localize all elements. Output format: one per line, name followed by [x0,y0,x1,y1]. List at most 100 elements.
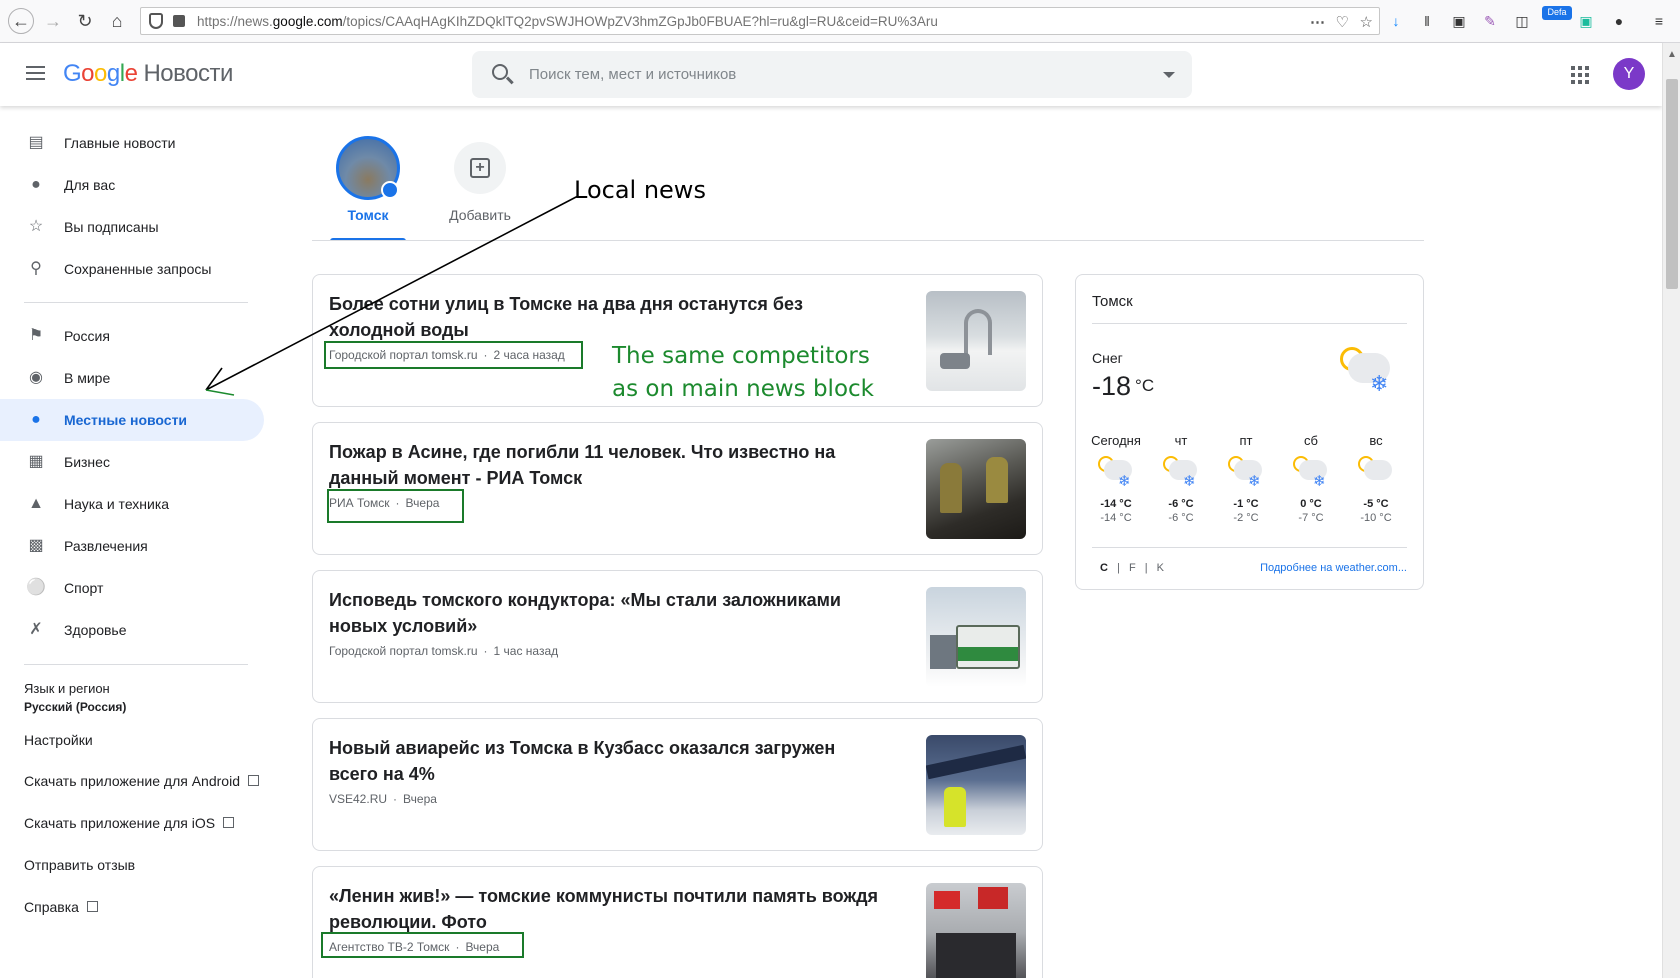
flask-icon: ▲ [28,495,44,512]
scrollbar-thumb[interactable] [1666,79,1678,289]
article-time: 1 час назад [493,644,559,658]
weather-city[interactable]: Томск [1092,293,1133,310]
topic-tomsk[interactable]: Томск [336,136,400,223]
defa-extension-icon[interactable]: Defa [1542,6,1572,20]
home-icon[interactable]: ⌂ [106,10,128,32]
sun-cloud-icon [1358,456,1394,492]
weather-more-link[interactable]: Подробнее на weather.com... [1260,562,1407,574]
download-icon[interactable]: ↓ [1387,12,1405,30]
article-title[interactable]: Пожар в Асине, где погибли 11 человек. Ч… [329,439,889,491]
add-icon: + [470,158,490,178]
sidebar-item-entertainment[interactable]: ▩ Развлечения [0,525,264,567]
sidebar-item-sports[interactable]: ⚪ Спорт [0,567,264,609]
android-app-link[interactable]: Скачать приложение для Android [24,773,259,789]
article-card[interactable]: «Ленин жив!» — томские коммунисты почтил… [312,866,1043,978]
article-thumbnail[interactable] [926,883,1026,978]
sidebar-item-local-news[interactable]: ● Местные новости [0,399,264,441]
extension-icon[interactable]: ▣ [1577,12,1595,30]
unit-fahrenheit[interactable]: F [1129,562,1136,574]
avatar[interactable]: Y [1613,58,1645,90]
search-box[interactable]: Поиск тем, мест и источников [472,51,1192,98]
sidebar-item-saved-searches[interactable]: ⚲ Сохраненные запросы [0,248,264,290]
film-icon: ▩ [28,537,44,554]
apps-grid-icon[interactable] [1571,66,1589,84]
article-thumbnail[interactable] [926,735,1026,835]
bike-icon: ⚪ [26,579,46,596]
person-icon: ● [31,176,41,193]
sidebar-item-label: Здоровье [64,622,127,638]
topic-add[interactable]: + Добавить [440,136,520,223]
unit-switcher[interactable]: C | F | K [1100,562,1164,574]
topic-label: Добавить [449,207,511,223]
annotation-box [327,489,464,523]
chevron-down-icon[interactable] [1163,72,1175,78]
flag-icon: ⚑ [28,327,44,344]
help-link[interactable]: Справка [24,899,98,915]
sidebar-item-health[interactable]: ✗ Здоровье [0,609,264,651]
reload-icon[interactable]: ↻ [74,10,96,32]
address-bar[interactable]: https://news.google.com/topics/CAAqHAgKI… [140,7,1380,35]
sidebar-toggle-icon[interactable]: ◫ [1513,12,1531,30]
app-header: Google Новости Поиск тем, мест и источник… [0,43,1662,106]
divider [24,302,248,303]
menu-icon[interactable]: ≡ [1650,12,1668,30]
library-icon[interactable]: ‖ [1418,12,1436,30]
divider [1092,323,1407,324]
ios-app-link[interactable]: Скачать приложение для iOS [24,815,235,831]
annotation-box [324,341,583,369]
url-text[interactable]: https://news.google.com/topics/CAAqHAgKI… [197,14,938,29]
sidebar-item-russia[interactable]: ⚑ Россия [0,315,264,357]
sun-snow-icon: ❄ [1293,456,1329,492]
article-title[interactable]: Более сотни улиц в Томске на два дня ост… [329,291,889,343]
article-title[interactable]: Исповедь томского кондуктора: «Мы стали … [329,587,889,639]
search-input[interactable]: Поиск тем, мест и источников [529,66,736,83]
dumbbell-icon: ✗ [29,621,43,638]
topic-image [336,136,400,200]
article-source[interactable]: Городской портал tomsk.ru [329,644,478,658]
sidebar-item-following[interactable]: ☆ Вы подписаны [0,206,264,248]
search-icon[interactable] [492,64,508,80]
sidebar-item-world[interactable]: ◉ В мире [0,357,264,399]
more-actions-icon[interactable]: ⋯ [1310,13,1325,31]
page-scrollbar[interactable]: ▲ [1662,43,1680,978]
annotation-local-news: Local news [574,176,706,204]
scroll-up-icon[interactable]: ▲ [1667,49,1677,60]
article-thumbnail[interactable] [926,291,1026,391]
article-title[interactable]: «Ленин жив!» — томские коммунисты почтил… [329,883,889,935]
forecast-day: Сегодня ❄ -14 °C -14 °C [1091,433,1141,524]
article-source[interactable]: VSE42.RU [329,792,387,806]
sidebar-item-top-stories[interactable]: ▤ Главные новости [0,122,264,164]
building-icon: ▦ [28,453,44,470]
screenshot-icon[interactable]: ▣ [1450,12,1468,30]
shield-icon[interactable] [149,13,163,29]
article-title[interactable]: Новый авиарейс из Томска в Кузбасс оказа… [329,735,889,787]
language-region-title[interactable]: Язык и регион [24,681,110,696]
unit-celsius[interactable]: C [1100,562,1108,574]
sun-snow-icon: ❄ [1163,456,1199,492]
back-icon[interactable]: ← [8,8,34,34]
sidebar-item-label: Главные новости [64,135,176,151]
feedback-link[interactable]: Отправить отзыв [24,857,135,873]
main-menu-icon[interactable] [26,66,45,80]
lock-icon[interactable] [173,15,185,27]
external-link-icon [86,901,98,912]
weather-card[interactable]: Томск Снег -18 °C ❄ Сегодня ❄ -14 °C -14 … [1075,274,1424,590]
pocket-icon[interactable]: ♡ [1336,13,1349,31]
sidebar-item-business[interactable]: ▦ Бизнес [0,441,264,483]
unit-kelvin[interactable]: K [1157,562,1164,574]
article-thumbnail[interactable] [926,587,1026,687]
settings-link[interactable]: Настройки [24,732,93,748]
google-news-logo[interactable]: Google Новости [63,60,233,88]
article-thumbnail[interactable] [926,439,1026,539]
forward-icon[interactable]: → [42,10,64,32]
article-card[interactable]: Исповедь томского кондуктора: «Мы стали … [312,570,1043,703]
sun-snow-icon: ❄ [1098,456,1134,492]
bookmark-star-icon[interactable]: ☆ [1360,13,1373,31]
forecast-day: пт ❄ -1 °C -2 °C [1216,433,1276,524]
language-region-value[interactable]: Русский (Россия) [24,700,126,714]
sidebar-item-science[interactable]: ▲ Наука и техника [0,483,264,525]
sidebar-item-for-you[interactable]: ● Для вас [0,164,264,206]
article-card[interactable]: Новый авиарейс из Томска в Кузбасс оказа… [312,718,1043,851]
pen-extension-icon[interactable]: ✎ [1481,12,1499,30]
account-icon[interactable]: ● [1610,12,1628,30]
